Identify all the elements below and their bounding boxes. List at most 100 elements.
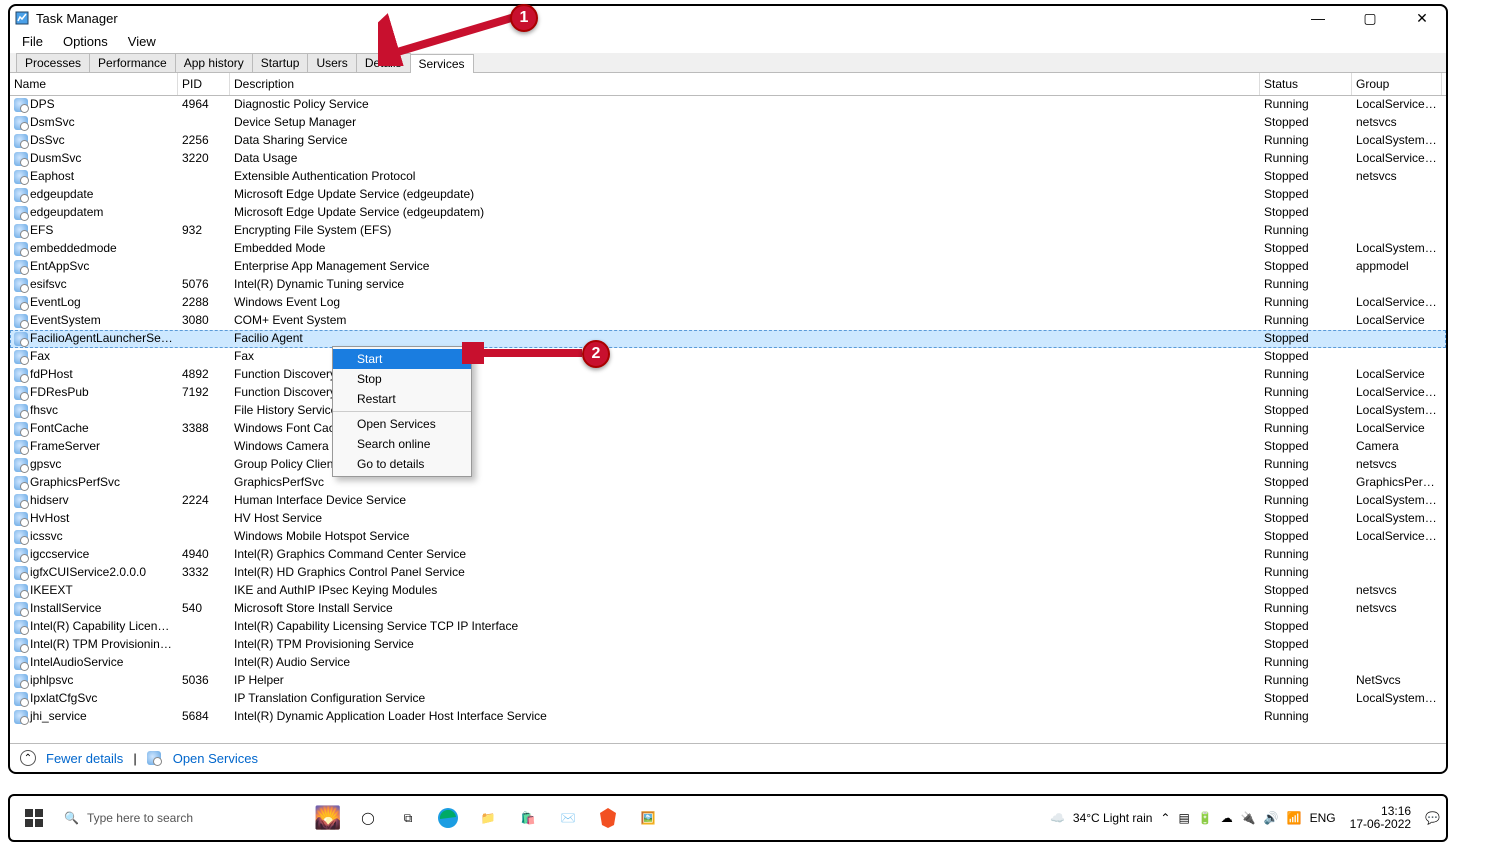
service-row[interactable]: InstallService540Microsoft Store Install… xyxy=(10,600,1446,618)
annotation-badge-2: 2 xyxy=(582,340,610,368)
col-status[interactable]: Status xyxy=(1260,73,1352,95)
taskbar-mail-icon[interactable]: ✉️ xyxy=(550,800,586,836)
taskbar-taskview-icon[interactable]: ⧉ xyxy=(390,800,426,836)
col-description[interactable]: Description xyxy=(230,73,1260,95)
gear-icon xyxy=(14,242,28,256)
service-row[interactable]: Intel(R) TPM Provisioning Se...Intel(R) … xyxy=(10,636,1446,654)
taskbar-widget-icon[interactable]: 🌄 xyxy=(310,800,346,836)
tray-cloud-icon[interactable]: ☁ xyxy=(1221,811,1233,825)
col-group[interactable]: Group xyxy=(1352,73,1442,95)
menu-view[interactable]: View xyxy=(124,32,160,51)
service-row[interactable]: igfxCUIService2.0.0.03332Intel(R) HD Gra… xyxy=(10,564,1446,582)
service-row[interactable]: EventSystem3080COM+ Event SystemRunningL… xyxy=(10,312,1446,330)
taskbar-store-icon[interactable]: 🛍️ xyxy=(510,800,546,836)
service-row[interactable]: icssvcWindows Mobile Hotspot ServiceStop… xyxy=(10,528,1446,546)
chevron-up-icon: ⌃ xyxy=(20,750,36,766)
ctx-search-online[interactable]: Search online xyxy=(333,434,471,454)
service-row[interactable]: DsSvc2256Data Sharing ServiceRunningLoca… xyxy=(10,132,1446,150)
arrow-2 xyxy=(462,342,592,364)
ctx-stop[interactable]: Stop xyxy=(333,369,471,389)
taskbar-cortana-icon[interactable]: ◯ xyxy=(350,800,386,836)
service-row[interactable]: GraphicsPerfSvcGraphicsPerfSvcStoppedGra… xyxy=(10,474,1446,492)
service-row[interactable]: EventLog2288Windows Event LogRunningLoca… xyxy=(10,294,1446,312)
start-button[interactable] xyxy=(16,800,52,836)
clock[interactable]: 13:16 17-06-2022 xyxy=(1350,805,1411,831)
service-row[interactable]: IntelAudioServiceIntel(R) Audio ServiceR… xyxy=(10,654,1446,672)
menu-options[interactable]: Options xyxy=(59,32,112,51)
service-row[interactable]: IKEEXTIKE and AuthIP IPsec Keying Module… xyxy=(10,582,1446,600)
service-row[interactable]: jhi_service5684Intel(R) Dynamic Applicat… xyxy=(10,708,1446,726)
service-row[interactable]: FDResPub7192Function DiscoveryRunningLoc… xyxy=(10,384,1446,402)
service-row[interactable]: hidserv2224Human Interface Device Servic… xyxy=(10,492,1446,510)
service-row[interactable]: igccservice4940Intel(R) Graphics Command… xyxy=(10,546,1446,564)
tab-performance[interactable]: Performance xyxy=(89,53,176,72)
tray-lang[interactable]: ENG xyxy=(1310,811,1336,825)
service-pid: 3332 xyxy=(178,564,230,582)
services-list[interactable]: DPS4964Diagnostic Policy ServiceRunningL… xyxy=(10,96,1446,743)
tab-app-history[interactable]: App history xyxy=(175,53,253,72)
taskbar-edge-icon[interactable] xyxy=(430,800,466,836)
service-row[interactable]: FontCache3388Windows Font CacRunningLoca… xyxy=(10,420,1446,438)
service-row[interactable]: FaxFaxStopped xyxy=(10,348,1446,366)
taskbar-app-icon[interactable]: 🖼️ xyxy=(630,800,666,836)
fewer-details-link[interactable]: Fewer details xyxy=(46,751,123,766)
service-row[interactable]: iphlpsvc5036IP HelperRunningNetSvcs xyxy=(10,672,1446,690)
weather-icon[interactable]: ☁️ xyxy=(1050,811,1065,825)
close-button[interactable]: ✕ xyxy=(1402,8,1442,28)
service-row[interactable]: fhsvcFile History ServiceStoppedLocalSys… xyxy=(10,402,1446,420)
service-status: Stopped xyxy=(1260,582,1352,600)
col-name[interactable]: Name xyxy=(10,73,178,95)
tray-chevron-up-icon[interactable]: ⌃ xyxy=(1160,811,1170,825)
service-row[interactable]: EFS932Encrypting File System (EFS)Runnin… xyxy=(10,222,1446,240)
tray-power-icon[interactable]: 🔌 xyxy=(1241,811,1256,825)
ctx-start[interactable]: Start xyxy=(333,349,471,369)
ctx-open-services[interactable]: Open Services xyxy=(333,414,471,434)
tab-startup[interactable]: Startup xyxy=(252,53,309,72)
service-pid: 540 xyxy=(178,600,230,618)
ctx-go-to-details[interactable]: Go to details xyxy=(333,454,471,474)
annotation-badge-1: 1 xyxy=(510,4,538,32)
menu-file[interactable]: File xyxy=(18,32,47,51)
maximize-button[interactable]: ▢ xyxy=(1350,8,1390,28)
tab-processes[interactable]: Processes xyxy=(16,53,90,72)
service-row[interactable]: embeddedmodeEmbedded ModeStoppedLocalSys… xyxy=(10,240,1446,258)
open-services-link[interactable]: Open Services xyxy=(173,751,258,766)
ctx-restart[interactable]: Restart xyxy=(333,389,471,409)
service-desc: Intel(R) TPM Provisioning Service xyxy=(230,636,1260,654)
service-row[interactable]: DPS4964Diagnostic Policy ServiceRunningL… xyxy=(10,96,1446,114)
service-row[interactable]: Intel(R) Capability Licensing...Intel(R)… xyxy=(10,618,1446,636)
search-box[interactable]: 🔍 Type here to search xyxy=(56,802,306,834)
weather-text[interactable]: 34°C Light rain xyxy=(1073,811,1153,825)
taskbar-explorer-icon[interactable]: 📁 xyxy=(470,800,506,836)
notifications-icon[interactable]: 💬 xyxy=(1425,811,1440,825)
service-row[interactable]: edgeupdatemMicrosoft Edge Update Service… xyxy=(10,204,1446,222)
service-row[interactable]: IpxlatCfgSvcIP Translation Configuration… xyxy=(10,690,1446,708)
tray-wifi-icon[interactable]: 📶 xyxy=(1287,811,1302,825)
service-row[interactable]: DusmSvc3220Data UsageRunningLocalService… xyxy=(10,150,1446,168)
service-desc: COM+ Event System xyxy=(230,312,1260,330)
service-row[interactable]: edgeupdateMicrosoft Edge Update Service … xyxy=(10,186,1446,204)
service-row[interactable]: HvHostHV Host ServiceStoppedLocalSystemN… xyxy=(10,510,1446,528)
tray-onedrive-icon[interactable]: ▤ xyxy=(1178,811,1189,825)
service-desc: Intel(R) Audio Service xyxy=(230,654,1260,672)
service-row[interactable]: DsmSvcDevice Setup ManagerStoppednetsvcs xyxy=(10,114,1446,132)
service-row[interactable]: gpsvcGroup Policy ClientRunningnetsvcs xyxy=(10,456,1446,474)
tray-volume-icon[interactable]: 🔊 xyxy=(1264,811,1279,825)
service-row[interactable]: EntAppSvcEnterprise App Management Servi… xyxy=(10,258,1446,276)
service-row[interactable]: esifsvc5076Intel(R) Dynamic Tuning servi… xyxy=(10,276,1446,294)
service-status: Running xyxy=(1260,564,1352,582)
service-row[interactable]: FacilioAgentLauncherServiceFacilio Agent… xyxy=(10,330,1446,348)
service-name: icssvc xyxy=(30,529,63,543)
system-tray: ☁️ 34°C Light rain ⌃ ▤ 🔋 ☁ 🔌 🔊 📶 ENG 13:… xyxy=(1050,805,1440,831)
service-row[interactable]: FrameServerWindows CameraStoppedCamera xyxy=(10,438,1446,456)
service-row[interactable]: EaphostExtensible Authentication Protoco… xyxy=(10,168,1446,186)
service-desc: IP Helper xyxy=(230,672,1260,690)
taskbar-brave-icon[interactable] xyxy=(590,800,626,836)
service-desc: Encrypting File System (EFS) xyxy=(230,222,1260,240)
col-pid[interactable]: PID xyxy=(178,73,230,95)
minimize-button[interactable]: — xyxy=(1298,8,1338,28)
tab-users[interactable]: Users xyxy=(307,53,356,72)
service-group: LocalServiceAn... xyxy=(1352,384,1442,402)
tray-battery-icon[interactable]: 🔋 xyxy=(1198,811,1213,825)
service-row[interactable]: fdPHost4892Function DiscoveryRunningLoca… xyxy=(10,366,1446,384)
